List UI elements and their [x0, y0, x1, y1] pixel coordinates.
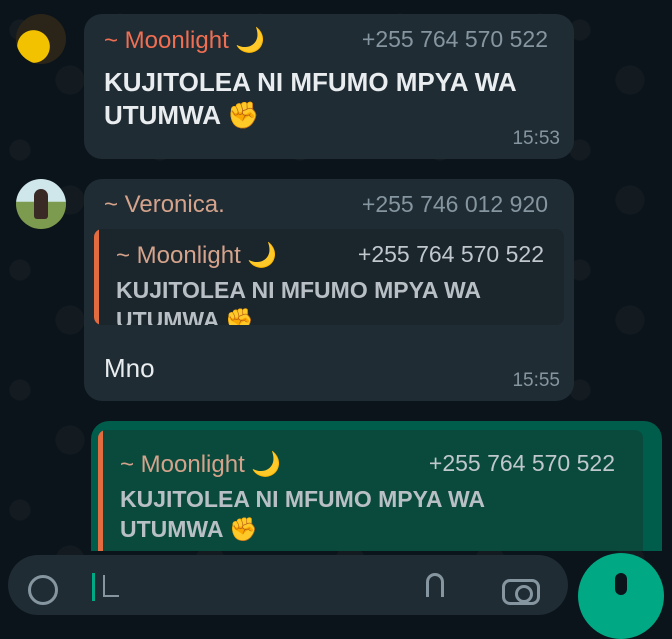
quoted-text: KUJITOLEA NI MFUMO MPYA WA UTUMWA ✊: [116, 277, 481, 325]
message-bubble-incoming[interactable]: ~ Moonlight 🌙 +255 764 570 522 KUJITOLEA…: [84, 14, 574, 159]
message-composer[interactable]: [8, 555, 568, 615]
text-cursor: [92, 573, 95, 601]
message-bubble-incoming-reply[interactable]: ~ Veronica. +255 746 012 920 ~ Moonlight…: [84, 179, 574, 401]
quoted-phone: +255 764 570 522: [357, 241, 544, 267]
avatar[interactable]: [16, 14, 66, 64]
sender-name[interactable]: ~ Moonlight 🌙: [104, 26, 265, 55]
quoted-sender: ~ Moonlight 🌙: [116, 242, 278, 269]
composer-input[interactable]: [103, 575, 119, 597]
sender-name[interactable]: ~ Veronica.: [104, 191, 225, 219]
attach-icon[interactable]: [426, 573, 444, 597]
message-time: 15:55: [512, 370, 560, 391]
quoted-sender: ~ Moonlight 🌙: [120, 451, 282, 478]
quoted-message[interactable]: ~ Moonlight 🌙 +255 764 570 522 KUJITOLEA…: [94, 229, 564, 325]
mic-icon: [615, 573, 627, 595]
mic-button[interactable]: [578, 553, 664, 639]
message-bubble-outgoing[interactable]: ~ Moonlight 🌙 +255 764 570 522 KUJITOLEA…: [91, 421, 662, 551]
sender-phone: +255 746 012 920: [361, 191, 548, 217]
message-text: KUJITOLEA NI MFUMO MPYA WA UTUMWA ✊: [104, 67, 516, 130]
quote-bar: [98, 430, 103, 551]
quoted-phone: +255 764 570 522: [428, 450, 615, 476]
quote-bar: [94, 229, 99, 325]
message-time: 15:53: [512, 128, 560, 149]
quoted-text: KUJITOLEA NI MFUMO MPYA WA UTUMWA ✊: [120, 486, 485, 542]
quoted-message[interactable]: ~ Moonlight 🌙 +255 764 570 522 KUJITOLEA…: [98, 430, 643, 551]
sender-phone: +255 764 570 522: [361, 26, 548, 52]
message-text: Mno: [104, 353, 155, 383]
avatar[interactable]: [16, 179, 66, 229]
camera-icon[interactable]: [502, 579, 540, 605]
emoji-icon[interactable]: [28, 575, 58, 605]
